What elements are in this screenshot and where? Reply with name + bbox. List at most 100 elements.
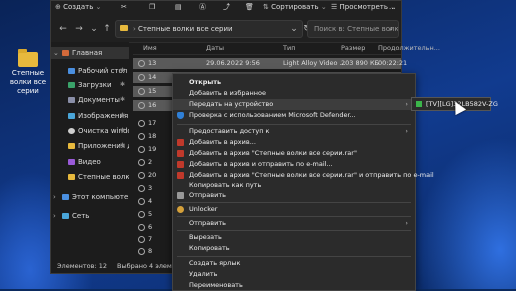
pin-icon: ✱ — [119, 67, 125, 74]
desktop-icon-label: Степные волки все серии — [9, 69, 47, 95]
plus-icon: ⊕ — [55, 3, 64, 11]
navigation-pane: ⌄ Главная Рабочий стол ✱ Загрузки ✱ Доку… — [51, 42, 129, 260]
computer-icon — [62, 194, 69, 200]
tv-icon — [416, 101, 422, 107]
menu-item-give-access[interactable]: Предоставить доступ к › — [173, 126, 415, 137]
folder-icon — [120, 25, 128, 31]
video-file-icon — [138, 146, 145, 153]
sidebar-item-documents[interactable]: Документы ✱ — [51, 94, 129, 106]
menu-item-cast-to-device[interactable]: Передать на устройство › — [173, 99, 415, 110]
folder-icon — [68, 174, 75, 180]
folder-icon — [68, 143, 75, 149]
back-arrow-icon[interactable]: ← — [57, 23, 69, 35]
video-file-icon — [138, 211, 145, 218]
sidebar-item-this-pc[interactable]: › Этот компьютер — [51, 191, 129, 203]
chevron-right-icon: › — [405, 219, 408, 227]
recent-locations-icon[interactable]: ⌄ — [88, 23, 100, 35]
view-button[interactable]: ☰ Просмотреть ⌄ — [331, 2, 396, 13]
more-options-button[interactable]: ... — [389, 2, 396, 13]
winrar-icon — [177, 150, 184, 157]
create-button[interactable]: ⊕ Создать ⌄ — [55, 2, 101, 13]
menu-item-send-to[interactable]: Отправить › — [173, 218, 415, 229]
chevron-right-icon: › — [53, 212, 56, 220]
video-file-icon — [138, 133, 145, 140]
menu-item-defender-scan[interactable]: Проверка с использованием Microsoft Defe… — [173, 110, 415, 121]
sidebar-item-network[interactable]: › Сеть — [51, 210, 129, 222]
column-header-date[interactable]: Даты — [206, 42, 224, 54]
file-row[interactable]: 13 29.06.2022 9:56 Light Alloy Video ...… — [133, 58, 407, 69]
winrar-icon — [177, 161, 184, 168]
share-icon — [177, 192, 184, 199]
menu-item-archive-email[interactable]: Добавить в архив и отправить по e-mail..… — [173, 159, 415, 170]
video-file-icon — [138, 159, 145, 166]
pin-icon: ✱ — [119, 81, 125, 88]
chevron-down-icon: ⌄ — [318, 3, 327, 11]
sidebar-item-videos[interactable]: Видео — [51, 156, 129, 168]
sidebar-item-apps[interactable]: Приложения д ✱ — [51, 140, 129, 152]
desktop-folder-shortcut[interactable]: Степные волки все серии — [8, 49, 48, 96]
column-header-type[interactable]: Тип — [283, 42, 295, 54]
sidebar-item-folder[interactable]: Степные волки — [51, 171, 129, 183]
winrar-icon — [177, 139, 184, 146]
network-icon — [62, 213, 69, 219]
pin-icon: ✱ — [119, 142, 125, 149]
chevron-right-icon: › — [405, 100, 408, 108]
menu-item-rename[interactable]: Переименовать — [173, 280, 415, 291]
up-arrow-icon[interactable]: ↑ — [101, 23, 113, 35]
chevron-down-icon: ⌄ — [53, 49, 59, 57]
column-header-name[interactable]: Имя — [143, 42, 157, 54]
chevron-right-icon: › — [53, 193, 56, 201]
navigation-bar: ← → ⌄ ↑ › Степные волки все серии ⌄ ↻ По… — [51, 14, 401, 43]
search-placeholder: Поиск в: Степные волки все серии — [314, 25, 399, 33]
sort-button[interactable]: ⇅ Сортировать ⌄ — [263, 2, 327, 13]
download-icon — [68, 82, 75, 88]
menu-separator — [177, 256, 411, 257]
sidebar-item-home[interactable]: ⌄ Главная — [51, 47, 129, 59]
cleanup-icon — [68, 128, 75, 134]
video-file-icon — [138, 224, 145, 231]
menu-item-create-shortcut[interactable]: Создать ярлык — [173, 258, 415, 269]
pin-icon: ✱ — [119, 127, 125, 134]
menu-item-open[interactable]: Открыть — [173, 77, 415, 88]
menu-separator — [177, 202, 411, 203]
address-bar[interactable]: › Степные волки все серии — [115, 20, 303, 38]
context-menu: Открыть Добавить в избранное Передать на… — [172, 73, 434, 291]
rename-icon[interactable]: Ⓐ — [199, 2, 206, 13]
menu-item-share[interactable]: Отправить — [173, 190, 415, 201]
menu-item-copy[interactable]: Копировать — [173, 243, 415, 254]
sidebar-item-cleanup[interactable]: Очистка windo ✱ — [51, 125, 129, 137]
menu-item-add-archive-named[interactable]: Добавить в архив "Степные волки все сери… — [173, 148, 415, 159]
folder-icon — [18, 49, 38, 67]
sort-icon: ⇅ — [263, 3, 272, 11]
menu-item-cut[interactable]: Вырезать — [173, 232, 415, 243]
breadcrumb[interactable]: › Степные волки все серии — [133, 21, 233, 37]
forward-arrow-icon[interactable]: → — [73, 23, 85, 35]
video-file-icon — [138, 60, 145, 67]
command-bar: ⊕ Создать ⌄ ✂ ❐ ▤ Ⓐ ⤴ 🗑 ⇅ Сортировать ⌄ … — [51, 1, 401, 14]
sidebar-item-downloads[interactable]: Загрузки ✱ — [51, 79, 129, 91]
sidebar-item-pictures[interactable]: Изображения ✱ — [51, 110, 129, 122]
video-file-icon — [138, 88, 145, 95]
address-dropdown-icon[interactable]: ⌄ — [288, 23, 300, 35]
paste-icon[interactable]: ▤ — [175, 2, 182, 13]
pin-icon: ✱ — [119, 96, 125, 103]
menu-item-delete[interactable]: Удалить — [173, 269, 415, 280]
menu-item-unlocker[interactable]: Unlocker — [173, 204, 415, 215]
video-file-icon — [138, 120, 145, 127]
delete-icon[interactable]: 🗑 — [245, 2, 254, 13]
copy-icon[interactable]: ❐ — [149, 2, 155, 13]
column-header-size[interactable]: Размер — [341, 42, 365, 54]
share-icon[interactable]: ⤴ — [223, 2, 230, 13]
cut-icon[interactable]: ✂ — [121, 2, 127, 13]
search-input[interactable]: Поиск в: Степные волки все серии ⌕ — [307, 20, 399, 38]
column-header-duration[interactable]: Продолжительн... — [378, 42, 440, 54]
winrar-icon — [177, 172, 184, 179]
pin-icon: ✱ — [119, 112, 125, 119]
unlocker-icon — [177, 206, 184, 213]
video-file-icon — [138, 198, 145, 205]
menu-item-add-archive[interactable]: Добавить в архив... — [173, 137, 415, 148]
sidebar-item-desktop[interactable]: Рабочий стол ✱ — [51, 65, 129, 77]
video-file-icon — [138, 102, 145, 109]
menu-item-add-favorites[interactable]: Добавить в избранное — [173, 88, 415, 99]
menu-separator — [177, 124, 411, 125]
